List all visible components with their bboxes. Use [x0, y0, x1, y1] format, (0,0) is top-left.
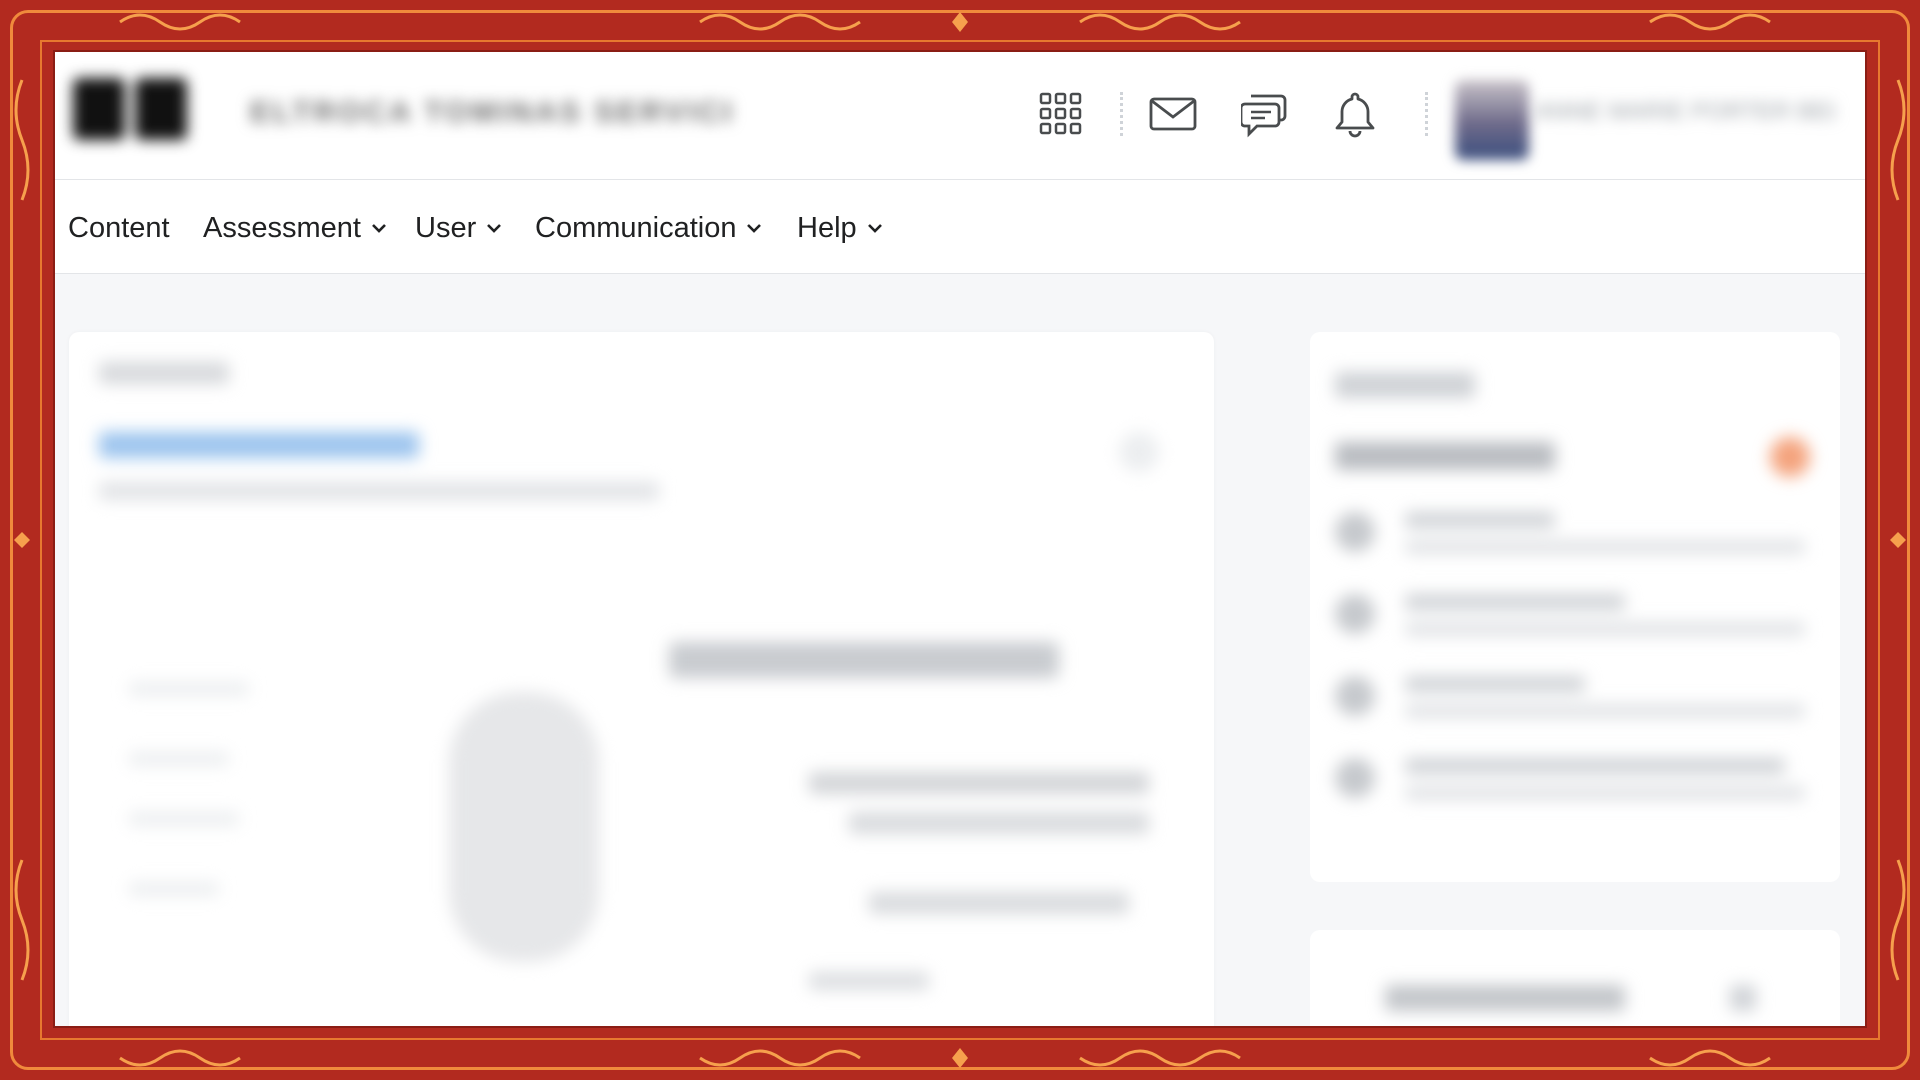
nav-item-user[interactable]: User	[415, 210, 502, 246]
nav-item-content[interactable]: Content	[68, 210, 170, 246]
nav-item-label: Communication	[535, 211, 737, 244]
chevron-down-icon	[747, 224, 762, 233]
chevron-down-icon	[867, 224, 882, 233]
nav-item-label: User	[415, 211, 477, 244]
mail-icon[interactable]	[1145, 86, 1201, 142]
browser-viewport: ELTROCA TOMINAS SERVICE ANNE MARIE PORTE…	[55, 52, 1865, 1026]
org-name: ELTROCA TOMINAS SERVICE	[250, 96, 730, 129]
chat-icon[interactable]	[1237, 86, 1293, 142]
chevron-down-icon	[372, 224, 386, 233]
course-nav: Content Assessment User Communication He…	[55, 180, 1865, 274]
header-separator	[1425, 92, 1428, 136]
org-logo[interactable]	[73, 78, 193, 148]
avatar[interactable]	[1455, 80, 1529, 160]
main-content-card	[69, 332, 1214, 1026]
bell-icon[interactable]	[1327, 86, 1383, 142]
user-name[interactable]: ANNE MARIE PORTER BELL	[1535, 98, 1835, 128]
nav-item-communication[interactable]: Communication	[535, 210, 762, 246]
side-widget-card	[1310, 332, 1840, 882]
header-separator	[1120, 92, 1123, 136]
nav-item-help[interactable]: Help	[797, 210, 883, 246]
chevron-down-icon	[487, 224, 502, 233]
apps-grid-icon[interactable]	[1033, 86, 1089, 142]
side-calendar-card	[1310, 930, 1840, 1026]
nav-item-assessment[interactable]: Assessment	[203, 210, 387, 246]
nav-item-label: Content	[68, 211, 170, 244]
nav-item-label: Help	[797, 211, 857, 244]
top-header: ELTROCA TOMINAS SERVICE ANNE MARIE PORTE…	[55, 52, 1865, 180]
nav-item-label: Assessment	[203, 211, 361, 244]
